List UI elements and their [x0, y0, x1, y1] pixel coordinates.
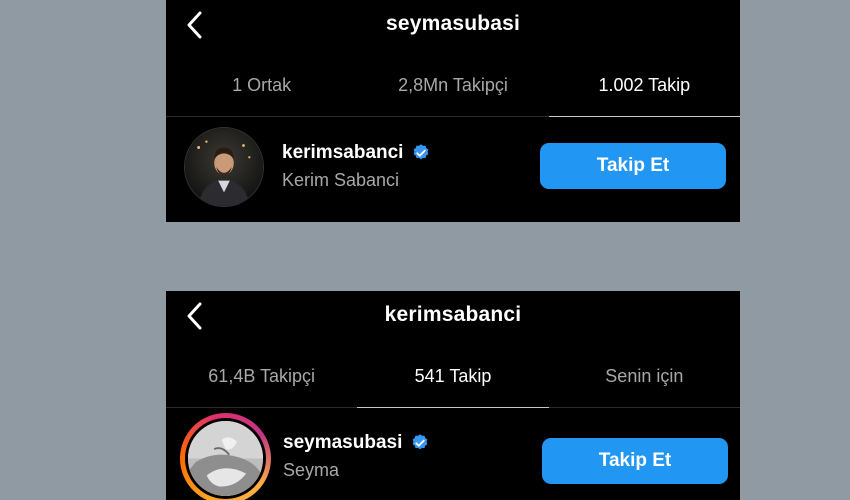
list-item[interactable]: seymasubasi Seyma Takip Et	[166, 408, 740, 500]
avatar[interactable]	[180, 413, 271, 500]
tab-following[interactable]: 541 Takip	[357, 343, 549, 408]
user-names: seymasubasi Seyma	[283, 432, 430, 481]
follow-button[interactable]: Takip Et	[542, 438, 728, 484]
header: seymasubasi	[166, 0, 740, 52]
full-name: Seyma	[283, 460, 340, 480]
tab-followers[interactable]: 61,4B Takipçi	[166, 343, 357, 407]
tab-following[interactable]: 1.002 Takip	[548, 52, 740, 117]
following-list-panel: seymasubasi 1 Ortak 2,8Mn Takipçi 1.002 …	[166, 0, 740, 222]
username[interactable]: seymasubasi	[283, 432, 402, 454]
header: kerimsabanci	[166, 291, 740, 343]
tab-mutual[interactable]: 1 Ortak	[166, 52, 357, 116]
list-item[interactable]: kerimsabanci Kerim Sabanci Takip Et	[166, 117, 740, 222]
tab-for-you[interactable]: Senin için	[549, 343, 740, 407]
avatar-image	[184, 127, 264, 207]
tab-followers[interactable]: 2,8Mn Takipçi	[357, 52, 548, 116]
page-title: kerimsabanci	[384, 303, 522, 326]
full-name: Kerim Sabanci	[282, 170, 400, 190]
follow-button[interactable]: Takip Et	[540, 143, 726, 189]
user-names: kerimsabanci Kerim Sabanci	[282, 142, 431, 191]
tab-bar: 1 Ortak 2,8Mn Takipçi 1.002 Takip	[166, 52, 740, 117]
page-title: seymasubasi	[385, 12, 521, 35]
avatar-image	[185, 418, 266, 499]
verified-badge-icon	[414, 144, 429, 160]
username[interactable]: kerimsabanci	[282, 142, 403, 164]
verified-badge-icon	[413, 434, 428, 450]
avatar[interactable]	[184, 127, 264, 207]
username-row: seymasubasi	[283, 432, 430, 454]
following-list-panel: kerimsabanci 61,4B Takipçi 541 Takip Sen…	[166, 291, 740, 500]
tab-bar: 61,4B Takipçi 541 Takip Senin için	[166, 343, 740, 408]
username-row: kerimsabanci	[282, 142, 431, 164]
